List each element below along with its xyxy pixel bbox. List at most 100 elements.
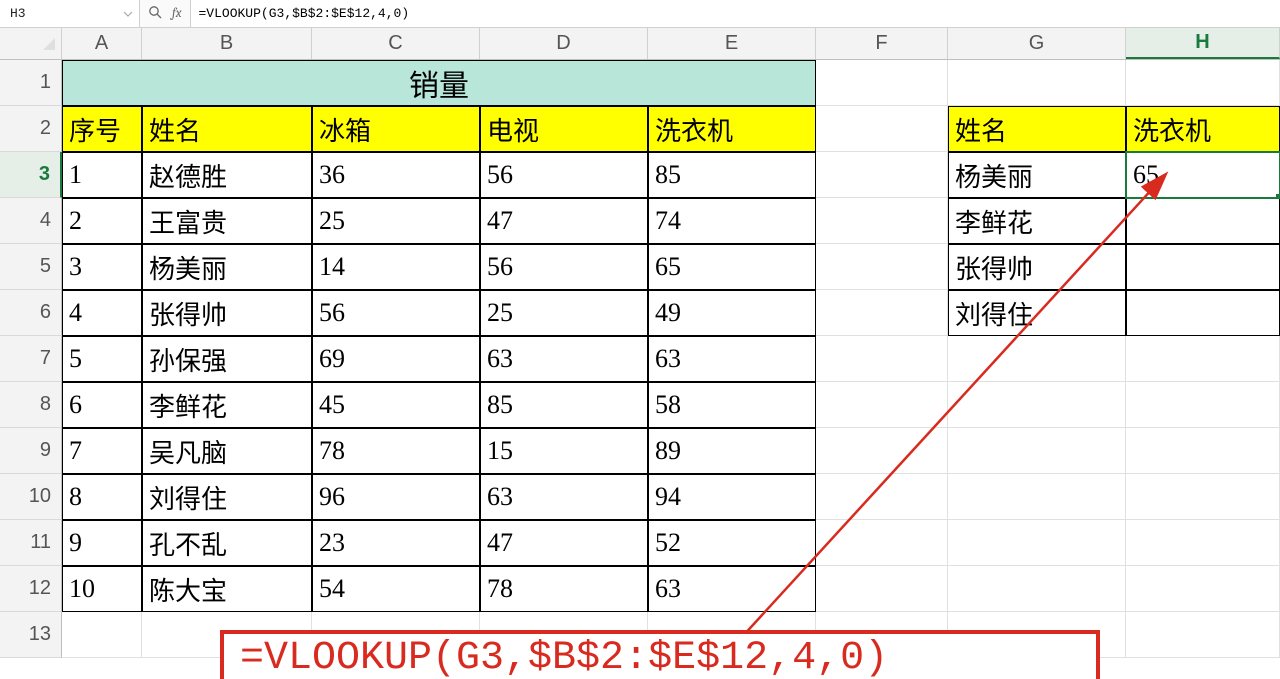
row-header-7[interactable]: 7: [0, 336, 62, 382]
cell-G5[interactable]: 张得帅: [948, 244, 1126, 290]
cell-A11[interactable]: 9: [62, 520, 142, 566]
cell-C3[interactable]: 36: [312, 152, 480, 198]
cell-A4[interactable]: 2: [62, 198, 142, 244]
cell-C6[interactable]: 56: [312, 290, 480, 336]
cell-B4[interactable]: 王富贵: [142, 198, 312, 244]
cell-H7[interactable]: [1126, 336, 1280, 382]
cell-H9[interactable]: [1126, 428, 1280, 474]
cell-A3[interactable]: 1: [62, 152, 142, 198]
cell-D3[interactable]: 56: [480, 152, 648, 198]
row-header-1[interactable]: 1: [0, 60, 62, 106]
col-header-D[interactable]: D: [480, 28, 648, 59]
cell-C8[interactable]: 45: [312, 382, 480, 428]
cell-F10[interactable]: [816, 474, 948, 520]
cell-G4[interactable]: 李鲜花: [948, 198, 1126, 244]
row-header-11[interactable]: 11: [0, 520, 62, 566]
cell-G9[interactable]: [948, 428, 1126, 474]
cell-A9[interactable]: 7: [62, 428, 142, 474]
hdr-seq[interactable]: 序号: [62, 106, 142, 152]
cell-E11[interactable]: 52: [648, 520, 816, 566]
cell-F12[interactable]: [816, 566, 948, 612]
cell-F3[interactable]: [816, 152, 948, 198]
cell-A5[interactable]: 3: [62, 244, 142, 290]
hdr-name[interactable]: 姓名: [142, 106, 312, 152]
select-all-corner[interactable]: [0, 28, 62, 59]
col-header-H[interactable]: H: [1126, 28, 1280, 59]
cell-F8[interactable]: [816, 382, 948, 428]
cell-G1[interactable]: [948, 60, 1126, 106]
cell-G10[interactable]: [948, 474, 1126, 520]
cell-C10[interactable]: 96: [312, 474, 480, 520]
row-header-12[interactable]: 12: [0, 566, 62, 612]
cell-B8[interactable]: 李鲜花: [142, 382, 312, 428]
row-header-13[interactable]: 13: [0, 612, 62, 658]
cell-D5[interactable]: 56: [480, 244, 648, 290]
cell-G12[interactable]: [948, 566, 1126, 612]
cell-H4[interactable]: [1126, 198, 1280, 244]
cell-C11[interactable]: 23: [312, 520, 480, 566]
cell-F2[interactable]: [816, 106, 948, 152]
col-header-A[interactable]: A: [62, 28, 142, 59]
cell-B12[interactable]: 陈大宝: [142, 566, 312, 612]
cell-H5[interactable]: [1126, 244, 1280, 290]
cell-G11[interactable]: [948, 520, 1126, 566]
cell-A8[interactable]: 6: [62, 382, 142, 428]
cell-A12[interactable]: 10: [62, 566, 142, 612]
name-box[interactable]: H3: [0, 0, 140, 27]
cell-E3[interactable]: 85: [648, 152, 816, 198]
cell-H10[interactable]: [1126, 474, 1280, 520]
cell-A6[interactable]: 4: [62, 290, 142, 336]
cell-A10[interactable]: 8: [62, 474, 142, 520]
cell-A7[interactable]: 5: [62, 336, 142, 382]
cell-B5[interactable]: 杨美丽: [142, 244, 312, 290]
cell-F5[interactable]: [816, 244, 948, 290]
cell-H11[interactable]: [1126, 520, 1280, 566]
row-header-5[interactable]: 5: [0, 244, 62, 290]
cell-B10[interactable]: 刘得住: [142, 474, 312, 520]
cell-C12[interactable]: 54: [312, 566, 480, 612]
cell-E6[interactable]: 49: [648, 290, 816, 336]
cell-C4[interactable]: 25: [312, 198, 480, 244]
lookup-hdr-name[interactable]: 姓名: [948, 106, 1126, 152]
cell-G7[interactable]: [948, 336, 1126, 382]
cell-D11[interactable]: 47: [480, 520, 648, 566]
formula-input[interactable]: [191, 0, 1280, 27]
cell-E5[interactable]: 65: [648, 244, 816, 290]
cell-E4[interactable]: 74: [648, 198, 816, 244]
col-header-F[interactable]: F: [816, 28, 948, 59]
cell-G6[interactable]: 刘得住: [948, 290, 1126, 336]
cell-B7[interactable]: 孙保强: [142, 336, 312, 382]
cell-D6[interactable]: 25: [480, 290, 648, 336]
row-header-10[interactable]: 10: [0, 474, 62, 520]
cell-area[interactable]: 销量 序号 姓名 冰箱 电视 洗衣机 姓名 洗衣机 1 赵德胜 36 56 85…: [62, 60, 1280, 658]
cell-F1[interactable]: [816, 60, 948, 106]
cell-E10[interactable]: 94: [648, 474, 816, 520]
cell-F7[interactable]: [816, 336, 948, 382]
cell-H6[interactable]: [1126, 290, 1280, 336]
hdr-tv[interactable]: 电视: [480, 106, 648, 152]
col-header-C[interactable]: C: [312, 28, 480, 59]
row-header-2[interactable]: 2: [0, 106, 62, 152]
cell-H13[interactable]: [1126, 612, 1280, 658]
hdr-wash[interactable]: 洗衣机: [648, 106, 816, 152]
cell-E9[interactable]: 89: [648, 428, 816, 474]
cell-E12[interactable]: 63: [648, 566, 816, 612]
row-header-6[interactable]: 6: [0, 290, 62, 336]
cell-D4[interactable]: 47: [480, 198, 648, 244]
row-header-8[interactable]: 8: [0, 382, 62, 428]
cell-C5[interactable]: 14: [312, 244, 480, 290]
cell-F6[interactable]: [816, 290, 948, 336]
col-header-G[interactable]: G: [948, 28, 1126, 59]
cell-F4[interactable]: [816, 198, 948, 244]
cell-A13[interactable]: [62, 612, 142, 658]
cell-C9[interactable]: 78: [312, 428, 480, 474]
cell-B3[interactable]: 赵德胜: [142, 152, 312, 198]
cell-F9[interactable]: [816, 428, 948, 474]
cell-D7[interactable]: 63: [480, 336, 648, 382]
cell-B6[interactable]: 张得帅: [142, 290, 312, 336]
cell-D8[interactable]: 85: [480, 382, 648, 428]
cell-H1[interactable]: [1126, 60, 1280, 106]
cell-E8[interactable]: 58: [648, 382, 816, 428]
cell-F11[interactable]: [816, 520, 948, 566]
search-icon[interactable]: [148, 5, 162, 23]
